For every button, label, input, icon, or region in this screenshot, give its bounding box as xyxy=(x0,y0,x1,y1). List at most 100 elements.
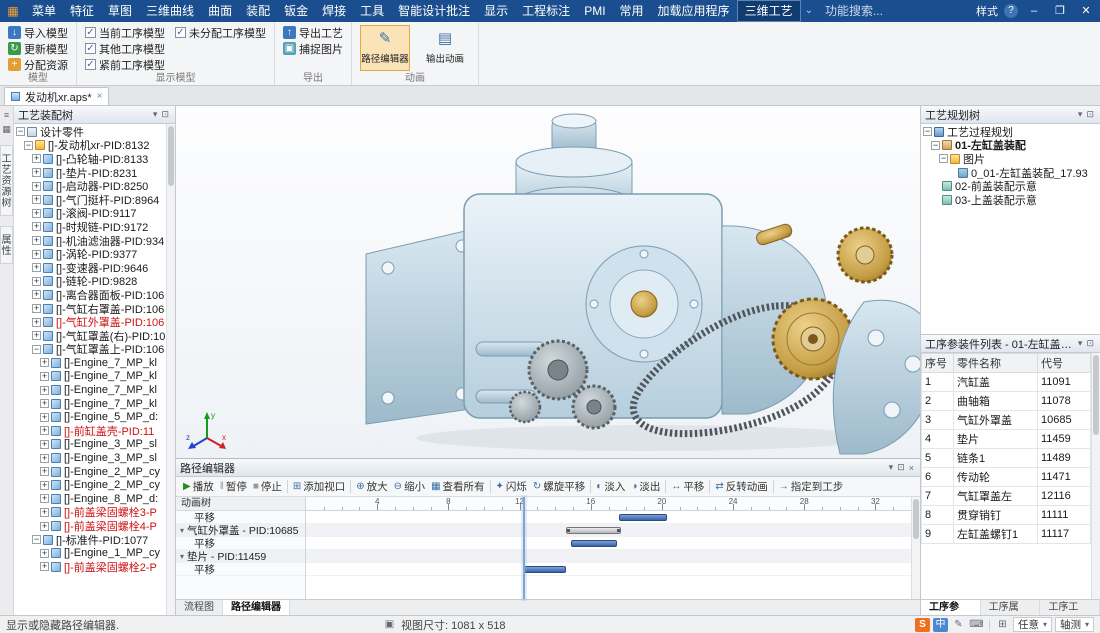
tree-expander[interactable]: + xyxy=(40,467,49,476)
table-row[interactable]: 3气缸外罩盖10685 xyxy=(922,411,1091,430)
toolbar-add-viewport-button[interactable]: ⊞添加视口 xyxy=(290,478,348,495)
table-row[interactable]: 9左缸盖螺钉111117 xyxy=(922,525,1091,544)
tree-item[interactable]: +[]-气缸右罩盖-PID:106 xyxy=(14,302,166,316)
help-icon[interactable]: ? xyxy=(1004,4,1018,18)
tree-expander[interactable]: + xyxy=(32,182,41,191)
table-column-header[interactable]: 序号 xyxy=(922,354,954,373)
chevron-down-icon[interactable]: ⌄ xyxy=(801,0,817,22)
tree-item[interactable]: −[]-发动机xr-PID:8132 xyxy=(14,139,166,153)
checkbox-other-process-model[interactable]: 其他工序模型 xyxy=(85,41,165,56)
menu-item-10[interactable]: 显示 xyxy=(477,0,515,22)
table-row[interactable]: 6传动轮11471 xyxy=(922,468,1091,487)
table-row[interactable]: 5链条111489 xyxy=(922,449,1091,468)
pin-icon[interactable]: ⊡ xyxy=(1084,109,1096,120)
export-process-button[interactable]: ↑ 导出工艺 xyxy=(283,25,343,40)
timeline-scrollbar[interactable] xyxy=(911,497,920,599)
menu-item-14[interactable]: 加载应用程序 xyxy=(651,0,737,22)
tree-expander[interactable]: + xyxy=(32,250,41,259)
close-icon[interactable]: × xyxy=(907,463,916,473)
toolbar-zoom-in-button[interactable]: ⊕放大 xyxy=(353,478,390,495)
toolbar-play-button[interactable]: ▶播放 xyxy=(180,478,217,495)
tree-expander[interactable]: − xyxy=(923,127,932,136)
tree-item[interactable]: +[]-链轮-PID:9828 xyxy=(14,275,166,289)
ime-chinese-icon[interactable]: 中 xyxy=(933,618,948,632)
pin-icon[interactable]: ⊡ xyxy=(895,462,907,473)
scrollbar-thumb[interactable] xyxy=(913,499,919,539)
document-tab[interactable]: 发动机xr.aps* × xyxy=(4,87,109,105)
chevron-down-icon[interactable]: ▾ xyxy=(1076,338,1085,349)
menu-item-4[interactable]: 曲面 xyxy=(201,0,239,22)
tree-item[interactable]: +[]-Engine_2_MP_cy xyxy=(14,465,166,479)
tree-item[interactable]: +[]-Engine_7_MP_kl xyxy=(14,370,166,384)
tree-expander[interactable]: − xyxy=(939,154,948,163)
tree-expander[interactable]: − xyxy=(16,127,25,136)
scrollbar-thumb[interactable] xyxy=(168,126,174,186)
timeline[interactable]: 48121620242832 xyxy=(306,497,911,599)
menu-item-9[interactable]: 智能设计批注 xyxy=(391,0,477,22)
tree-expander[interactable]: + xyxy=(40,508,49,517)
close-button[interactable]: ✕ xyxy=(1076,0,1096,22)
table-row[interactable]: 2曲轴箱11078 xyxy=(922,392,1091,411)
tree-expander[interactable]: − xyxy=(931,141,940,150)
pin-icon[interactable]: ⊡ xyxy=(159,109,171,120)
menu-item-2[interactable]: 草图 xyxy=(101,0,139,22)
animation-row[interactable]: 平移 xyxy=(176,511,305,524)
function-search-input[interactable]: 功能搜索... xyxy=(817,0,891,22)
tree-item[interactable]: +[]-Engine_1_MP_cy xyxy=(14,546,166,560)
tree-expander[interactable]: + xyxy=(40,426,49,435)
tree-expander[interactable]: + xyxy=(40,413,49,422)
tree-expander[interactable]: + xyxy=(32,168,41,177)
tree-item[interactable]: +[]-Engine_2_MP_cy xyxy=(14,478,166,492)
tree-expander[interactable]: + xyxy=(32,195,41,204)
animation-row[interactable]: ▾气缸外罩盖 - PID:10685 xyxy=(176,524,305,537)
tree-item[interactable]: +[]-时规链-PID:9172 xyxy=(14,220,166,234)
tree-expander[interactable]: − xyxy=(24,141,33,150)
tree-item[interactable]: +0_01-左缸盖装配_17.93 xyxy=(921,166,1100,180)
tree-expander[interactable]: + xyxy=(40,481,49,490)
tree-item[interactable]: +[]-凸轮轴-PID:8133 xyxy=(14,152,166,166)
tree-expander[interactable]: + xyxy=(32,304,41,313)
tree-expander[interactable]: + xyxy=(32,209,41,218)
style-button[interactable]: 样式 xyxy=(976,3,998,19)
table-row[interactable]: 8贯穿销钉11111 xyxy=(922,506,1091,525)
tree-item[interactable]: −01-左缸盖装配 xyxy=(921,139,1100,153)
table-row[interactable]: 7气缸罩盖左12116 xyxy=(922,487,1091,506)
timeline-playhead[interactable] xyxy=(523,497,525,599)
toolbar-pause-button[interactable]: ‖暂停 xyxy=(217,478,250,495)
menu-item-1[interactable]: 特征 xyxy=(63,0,101,22)
view-orientation-select[interactable]: 轴测 ▾ xyxy=(1055,617,1094,632)
tree-expander[interactable]: + xyxy=(40,358,49,367)
tree-item[interactable]: +[]-变速器-PID:9646 xyxy=(14,261,166,275)
tree-expander[interactable]: + xyxy=(32,154,41,163)
menu-item-12[interactable]: PMI xyxy=(577,0,612,22)
table-row[interactable]: 4垫片11459 xyxy=(922,430,1091,449)
menu-item-0[interactable]: 菜单 xyxy=(25,0,63,22)
camera-icon[interactable]: ▣ xyxy=(382,618,397,632)
tree-item[interactable]: +[]-Engine_7_MP_kl xyxy=(14,356,166,370)
tree-item[interactable]: −设计零件 xyxy=(14,125,166,139)
menu-icon[interactable]: ≡ xyxy=(4,110,9,120)
maximize-button[interactable]: ❐ xyxy=(1050,0,1070,22)
tree-expander[interactable]: + xyxy=(40,440,49,449)
menu-item-13[interactable]: 常用 xyxy=(613,0,651,22)
tree-expander[interactable]: + xyxy=(40,399,49,408)
panels-icon[interactable]: ▦ xyxy=(2,124,11,135)
tree-expander[interactable]: + xyxy=(32,236,41,245)
chevron-down-icon[interactable]: ▾ xyxy=(151,109,160,120)
toolbar-spiral-button[interactable]: ↻螺旋平移 xyxy=(530,478,588,495)
tree-item[interactable]: +[]-Engine_7_MP_kl xyxy=(14,383,166,397)
menu-item-15[interactable]: 三维工艺 xyxy=(737,0,801,22)
tree-item[interactable]: +[]-Engine_7_MP_kl xyxy=(14,397,166,411)
path-editor-tab-0[interactable]: 流程图 xyxy=(176,600,223,615)
tree-expander[interactable]: + xyxy=(32,263,41,272)
assembly-tree-scrollbar[interactable] xyxy=(166,124,175,615)
tree-item[interactable]: +[]-Engine_5_MP_d: xyxy=(14,410,166,424)
chevron-down-icon[interactable]: ▾ xyxy=(180,552,184,561)
tree-item[interactable]: +02-前盖装配示意 xyxy=(921,179,1100,193)
toolbar-reverse-button[interactable]: ⇄反转动画 xyxy=(712,478,770,495)
timeline-ruler[interactable]: 48121620242832 xyxy=(306,497,911,511)
gantt-bar[interactable] xyxy=(566,527,621,534)
checkbox-current-process-model[interactable]: 当前工序模型 xyxy=(85,25,165,40)
menu-item-8[interactable]: 工具 xyxy=(353,0,391,22)
tree-expander[interactable]: + xyxy=(40,454,49,463)
